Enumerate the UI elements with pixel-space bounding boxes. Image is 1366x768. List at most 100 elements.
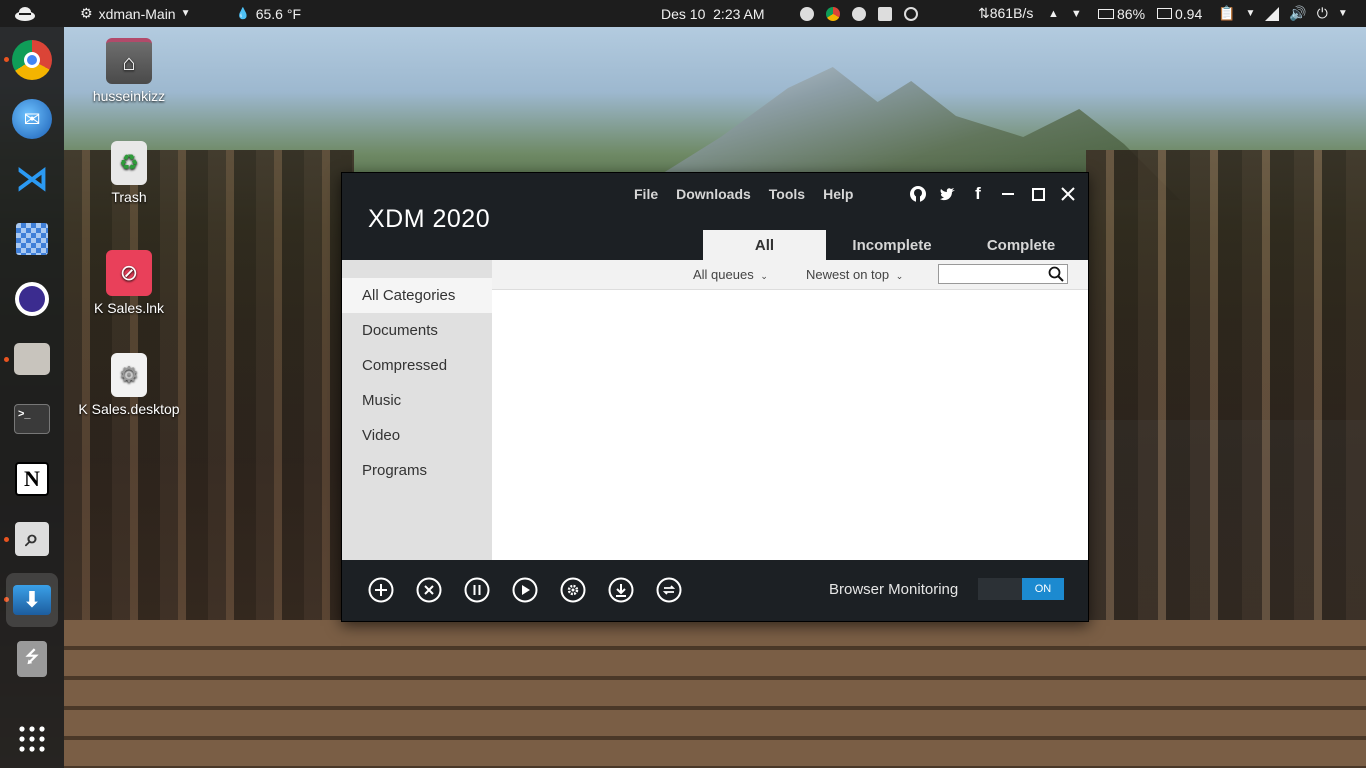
queue-filter-dropdown[interactable]: All queues ⌄ bbox=[693, 267, 768, 282]
weather-temp: 65.6 °F bbox=[255, 5, 301, 22]
menu-file[interactable]: File bbox=[634, 186, 658, 202]
dock-item-magnifier[interactable]: ⌕ bbox=[8, 515, 56, 563]
download-manager-icon: ⬇ bbox=[13, 585, 51, 615]
clock[interactable]: Des 10 2:23 AM bbox=[661, 0, 765, 27]
chrome-icon bbox=[12, 40, 52, 80]
download-list[interactable] bbox=[492, 290, 1088, 561]
volume-icon[interactable]: 🔊 bbox=[1289, 5, 1306, 22]
swap-circle-icon bbox=[656, 577, 682, 603]
dock: ✉ ⋊ >_ N ⌕ ⬇ ⭍ bbox=[0, 27, 64, 768]
dock-item-eclipse[interactable] bbox=[8, 275, 56, 323]
desktop-icon-home[interactable]: ⌂ husseinkizz bbox=[64, 38, 194, 104]
maximize-icon[interactable] bbox=[1028, 183, 1048, 205]
search-icon[interactable] bbox=[1048, 266, 1064, 285]
category-video[interactable]: Video bbox=[342, 418, 492, 453]
convert-button[interactable] bbox=[656, 577, 682, 603]
window-title: XDM 2020 bbox=[368, 205, 491, 233]
gear-icon: ⚙ bbox=[111, 353, 147, 397]
app-menu-icon: ⚙ bbox=[80, 5, 93, 21]
extension-icon[interactable] bbox=[878, 6, 892, 21]
desktop-icon-ksales-desktop[interactable]: ⚙ K Sales.desktop bbox=[64, 353, 194, 417]
twitter-icon[interactable] bbox=[938, 183, 958, 205]
pause-circle-icon bbox=[464, 577, 490, 603]
notion-icon: N bbox=[15, 462, 49, 496]
toggle-state: ON bbox=[1022, 578, 1064, 600]
minimize-icon[interactable] bbox=[998, 183, 1018, 205]
tab-complete[interactable]: Complete bbox=[958, 230, 1084, 260]
play-circle-icon bbox=[512, 577, 538, 603]
dock-item-usb[interactable]: ⭍ bbox=[8, 635, 56, 683]
monitor-icon bbox=[1157, 8, 1172, 19]
menu-help[interactable]: Help bbox=[823, 186, 853, 202]
battery-indicator[interactable]: 86% bbox=[1098, 0, 1145, 27]
dock-item-thunderbird[interactable]: ✉ bbox=[8, 95, 56, 143]
load-value: 0.94 bbox=[1175, 5, 1203, 22]
terminal-icon: >_ bbox=[14, 404, 50, 434]
add-download-button[interactable] bbox=[368, 577, 394, 603]
dock-item-chrome[interactable] bbox=[8, 36, 56, 84]
desktop-icon-label: husseinkizz bbox=[92, 88, 166, 104]
battery-percent: 86% bbox=[1117, 5, 1146, 22]
trash-icon: ♻ bbox=[111, 141, 147, 185]
load-indicator[interactable]: 0.94 bbox=[1157, 0, 1202, 27]
coffee-icon[interactable] bbox=[800, 6, 814, 21]
history-icon[interactable] bbox=[904, 6, 918, 21]
tab-all[interactable]: All bbox=[703, 230, 826, 260]
weather-indicator[interactable]: 💧 65.6 °F bbox=[236, 0, 301, 27]
sort-label: Newest on top bbox=[806, 267, 890, 282]
checkerboard-icon bbox=[16, 223, 48, 255]
settings-button[interactable] bbox=[560, 577, 586, 603]
desktop-icon-label: K Sales.lnk bbox=[93, 300, 165, 316]
app-menu-label: xdman-Main bbox=[98, 5, 176, 22]
xdm-window: XDM 2020 File Downloads Tools Help f All… bbox=[341, 172, 1089, 622]
power-icon[interactable]: ⏻ bbox=[1317, 5, 1328, 22]
desktop-icon-ksales-lnk[interactable]: ⊘ K Sales.lnk bbox=[64, 250, 194, 316]
close-icon[interactable] bbox=[1058, 183, 1078, 205]
system-tray: 📋 ▼ 🔊 ⏻ ▼ bbox=[1218, 0, 1348, 27]
dock-item-chess[interactable] bbox=[8, 215, 56, 263]
speedometer-icon[interactable] bbox=[852, 6, 866, 21]
delete-button[interactable] bbox=[416, 577, 442, 603]
tab-incomplete[interactable]: Incomplete bbox=[826, 230, 958, 260]
dock-item-notion[interactable]: N bbox=[8, 455, 56, 503]
clock-label: Des 10 2:23 AM bbox=[661, 5, 765, 22]
menu-downloads[interactable]: Downloads bbox=[676, 186, 751, 202]
sort-dropdown[interactable]: Newest on top ⌄ bbox=[806, 267, 903, 282]
show-applications-button[interactable] bbox=[8, 715, 56, 763]
wallpaper-bridge-deck bbox=[64, 620, 1366, 768]
browser-monitoring-label: Browser Monitoring bbox=[829, 581, 959, 598]
facebook-icon[interactable]: f bbox=[968, 183, 988, 205]
category-sidebar: All Categories Documents Compressed Musi… bbox=[342, 260, 492, 561]
tab-bar: All Incomplete Complete bbox=[703, 230, 1084, 260]
category-documents[interactable]: Documents bbox=[342, 313, 492, 348]
dock-item-files[interactable] bbox=[8, 335, 56, 383]
activities-icon[interactable] bbox=[14, 0, 36, 27]
menu-tools[interactable]: Tools bbox=[769, 186, 805, 202]
dock-item-terminal[interactable]: >_ bbox=[8, 395, 56, 443]
net-speed: ⇅861B/s bbox=[978, 5, 1034, 21]
download-circle-icon bbox=[608, 577, 634, 603]
chrome-icon[interactable] bbox=[826, 6, 840, 21]
resume-button[interactable] bbox=[512, 577, 538, 603]
category-programs[interactable]: Programs bbox=[342, 453, 492, 488]
dock-item-xdm[interactable]: ⬇ bbox=[6, 573, 58, 627]
github-icon[interactable] bbox=[908, 183, 928, 205]
pause-button[interactable] bbox=[464, 577, 490, 603]
browser-monitoring-toggle[interactable]: ON bbox=[978, 578, 1064, 600]
search-input[interactable] bbox=[939, 265, 1043, 283]
app-menu[interactable]: ⚙ xdman-Main ▼ bbox=[80, 0, 191, 27]
chevron-down-icon[interactable]: ▼ bbox=[1245, 8, 1255, 19]
category-all[interactable]: All Categories bbox=[342, 278, 492, 313]
blocked-icon: ⊘ bbox=[106, 250, 152, 296]
chevron-down-icon[interactable]: ▼ bbox=[1338, 8, 1348, 19]
wifi-signal-icon[interactable] bbox=[1265, 6, 1280, 21]
download-button[interactable] bbox=[608, 577, 634, 603]
category-music[interactable]: Music bbox=[342, 383, 492, 418]
chevron-down-icon[interactable]: ▼ bbox=[1071, 8, 1082, 20]
category-compressed[interactable]: Compressed bbox=[342, 348, 492, 383]
desktop-icon-trash[interactable]: ♻ Trash bbox=[64, 141, 194, 205]
dock-item-vscode[interactable]: ⋊ bbox=[8, 155, 56, 203]
net-speed-indicator[interactable]: ⇅861B/s bbox=[978, 0, 1033, 27]
battery-icon bbox=[1098, 8, 1114, 19]
clipboard-icon[interactable]: 📋 bbox=[1218, 5, 1235, 22]
